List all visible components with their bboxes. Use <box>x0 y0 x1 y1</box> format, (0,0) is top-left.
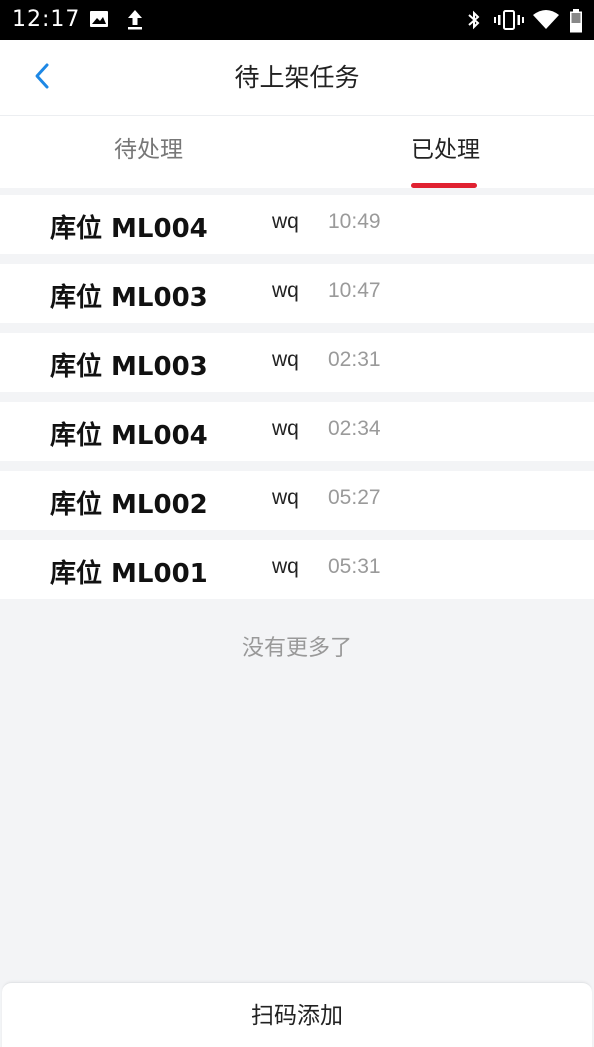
battery-icon <box>568 8 584 38</box>
status-bar: 12:17 <box>0 0 594 40</box>
task-time: 10:49 <box>328 210 381 233</box>
list-item[interactable]: 库位 ML001 wq 05:31 <box>0 540 594 599</box>
task-user: wq <box>272 279 299 302</box>
bottom-action-bar: 扫码添加 <box>2 982 592 1047</box>
wifi-icon <box>532 8 560 36</box>
tab-processed[interactable]: 已处理 <box>297 116 594 188</box>
task-user: wq <box>272 348 299 371</box>
active-tab-indicator <box>411 183 477 188</box>
task-user: wq <box>272 486 299 509</box>
nav-bar: 待上架任务 <box>0 40 594 116</box>
app-screen: 12:17 待上架任务 待处理 已处理 库位 ML004 wq 10:49 库位… <box>0 0 594 1047</box>
task-user: wq <box>272 417 299 440</box>
tab-bar: 待处理 已处理 <box>0 116 594 188</box>
task-time: 05:31 <box>328 555 381 578</box>
page-title: 待上架任务 <box>234 63 360 92</box>
back-button[interactable] <box>20 58 64 98</box>
task-location: 库位 ML001 <box>50 559 208 589</box>
chevron-left-icon <box>32 62 52 94</box>
tab-processed-label: 已处理 <box>411 137 480 163</box>
task-location: 库位 ML004 <box>50 214 208 244</box>
list-item[interactable]: 库位 ML004 wq 02:34 <box>0 402 594 461</box>
list-end-message: 没有更多了 <box>241 636 352 661</box>
list-item[interactable]: 库位 ML004 wq 10:49 <box>0 195 594 254</box>
tab-pending[interactable]: 待处理 <box>0 116 297 188</box>
task-location: 库位 ML003 <box>50 352 208 382</box>
bluetooth-icon <box>464 8 484 36</box>
vibrate-icon <box>494 8 524 36</box>
list-item[interactable]: 库位 ML003 wq 02:31 <box>0 333 594 392</box>
task-time: 02:31 <box>328 348 381 371</box>
upload-icon <box>124 8 146 36</box>
task-user: wq <box>272 555 299 578</box>
task-location: 库位 ML003 <box>50 283 208 313</box>
task-location: 库位 ML004 <box>50 421 208 451</box>
task-time: 02:34 <box>328 417 381 440</box>
task-user: wq <box>272 210 299 233</box>
status-time: 12:17 <box>12 7 81 32</box>
task-time: 10:47 <box>328 279 381 302</box>
scan-add-button[interactable]: 扫码添加 <box>2 983 592 1047</box>
image-icon <box>88 8 110 34</box>
list-item[interactable]: 库位 ML002 wq 05:27 <box>0 471 594 530</box>
task-time: 05:27 <box>328 486 381 509</box>
task-list: 库位 ML004 wq 10:49 库位 ML003 wq 10:47 库位 M… <box>0 195 594 609</box>
task-location: 库位 ML002 <box>50 490 208 520</box>
list-item[interactable]: 库位 ML003 wq 10:47 <box>0 264 594 323</box>
